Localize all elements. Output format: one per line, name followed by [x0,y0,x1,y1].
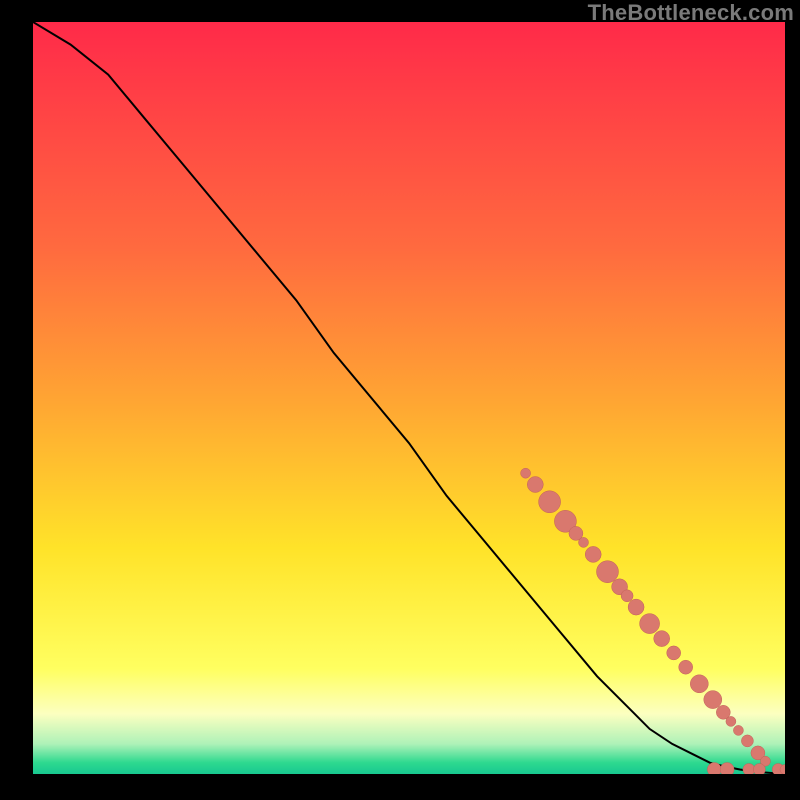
data-point [521,468,531,478]
data-point [640,614,660,634]
data-point [597,561,619,583]
chart-frame: TheBottleneck.com [0,0,800,800]
data-point [733,725,743,735]
data-point [628,599,644,615]
data-point [654,631,670,647]
data-point [679,660,693,674]
data-point [527,477,543,493]
data-point [707,763,721,775]
plot-area [33,22,785,774]
data-point [585,546,601,562]
chart-overlay [33,22,785,774]
data-point [579,537,589,547]
data-point [690,675,708,693]
data-point [753,764,765,775]
data-point [667,646,681,660]
data-point [720,763,734,775]
data-point [726,716,736,726]
data-point [539,491,561,513]
data-point [704,691,722,709]
data-point [741,735,753,747]
curve-line [33,22,785,774]
data-point [743,764,755,775]
scatter-dots [521,468,785,774]
data-point [621,590,633,602]
